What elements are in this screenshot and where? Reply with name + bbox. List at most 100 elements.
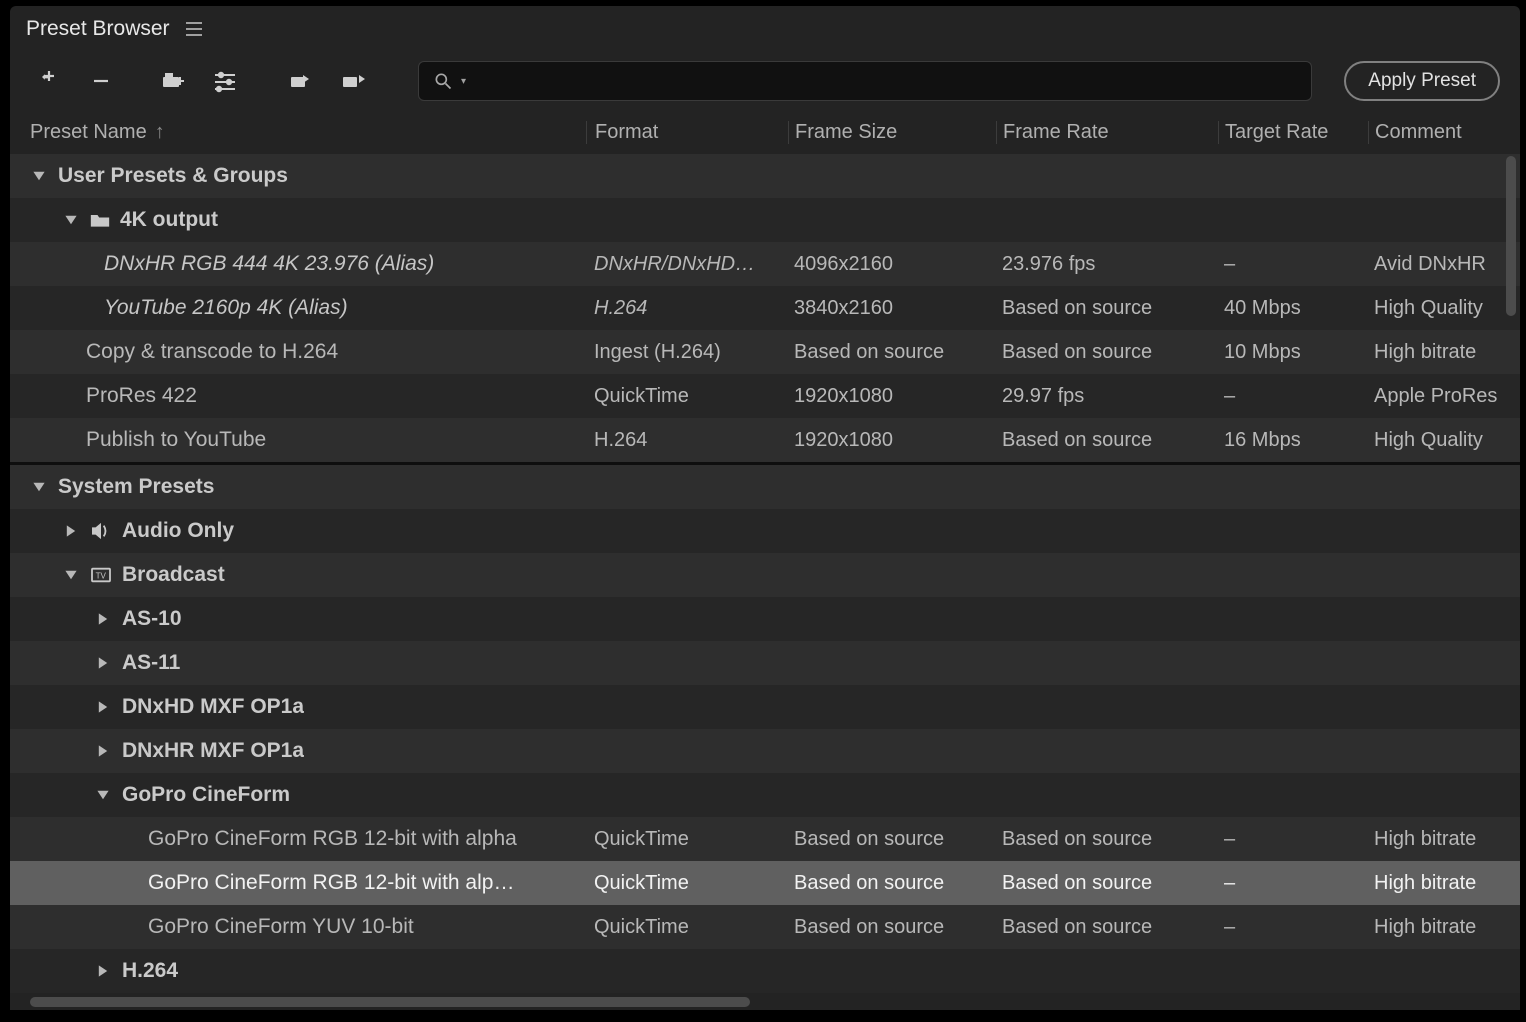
preset-target-rate: 16 Mbps [1218, 429, 1368, 452]
header-comment[interactable]: Comment [1368, 121, 1520, 144]
preset-frame-rate: 23.976 fps [996, 253, 1218, 276]
panel-titlebar: Preset Browser [10, 6, 1520, 52]
horizontal-scrollbar-thumb[interactable] [30, 997, 750, 1007]
preset-name: GoPro CineForm YUV 10-bit [148, 915, 414, 939]
chevron-down-icon[interactable] [94, 788, 112, 802]
preset-comment: High Quality [1368, 297, 1520, 320]
folder-4k-output[interactable]: 4K output [10, 198, 1520, 242]
preset-name: Copy & transcode to H.264 [86, 340, 338, 364]
subcategory-h264[interactable]: H.264 [10, 949, 1520, 993]
preset-row[interactable]: Publish to YouTube H.264 1920x1080 Based… [10, 418, 1520, 462]
category-audio-only[interactable]: Audio Only [10, 509, 1520, 553]
speaker-icon [90, 522, 112, 540]
remove-preset-icon[interactable] [90, 66, 114, 96]
chevron-right-icon[interactable] [94, 964, 112, 978]
sort-ascending-icon: ↑ [155, 121, 165, 144]
new-group-icon[interactable] [156, 66, 190, 96]
chevron-right-icon[interactable] [94, 744, 112, 758]
group-system-presets[interactable]: System Presets [10, 465, 1520, 509]
preset-frame-size: 1920x1080 [788, 429, 996, 452]
folder-icon [90, 212, 110, 228]
folder-label: 4K output [120, 208, 218, 232]
vertical-scrollbar-thumb[interactable] [1506, 156, 1516, 316]
export-preset-icon[interactable] [336, 66, 370, 96]
preset-format: DNxHR/DNxHD… [586, 253, 788, 276]
subcategory-dnxhd[interactable]: DNxHD MXF OP1a [10, 685, 1520, 729]
vertical-scrollbar[interactable] [1504, 154, 1518, 994]
chevron-right-icon[interactable] [94, 612, 112, 626]
group-user-presets[interactable]: User Presets & Groups [10, 154, 1520, 198]
preset-comment: High bitrate [1368, 916, 1520, 939]
chevron-down-icon[interactable] [30, 480, 48, 494]
header-frame-rate[interactable]: Frame Rate [996, 121, 1218, 144]
preset-row[interactable]: YouTube 2160p 4K (Alias) H.264 3840x2160… [10, 286, 1520, 330]
subcategory-label: AS-10 [122, 607, 182, 631]
preset-target-rate: – [1218, 916, 1368, 939]
group-label: System Presets [58, 475, 214, 499]
chevron-right-icon[interactable] [62, 524, 80, 538]
chevron-right-icon[interactable] [94, 656, 112, 670]
category-broadcast[interactable]: TV Broadcast [10, 553, 1520, 597]
preset-comment: High bitrate [1368, 341, 1520, 364]
preset-row[interactable]: DNxHR RGB 444 4K 23.976 (Alias) DNxHR/DN… [10, 242, 1520, 286]
header-format[interactable]: Format [586, 121, 788, 144]
preset-format: QuickTime [586, 872, 788, 895]
preset-name: Publish to YouTube [86, 428, 266, 452]
category-label: Audio Only [122, 519, 234, 543]
category-label: Broadcast [122, 563, 225, 587]
preset-frame-size: 4096x2160 [788, 253, 996, 276]
preset-row-selected[interactable]: GoPro CineForm RGB 12-bit with alp… Quic… [10, 861, 1520, 905]
preset-name: ProRes 422 [86, 384, 197, 408]
subcategory-gopro[interactable]: GoPro CineForm [10, 773, 1520, 817]
header-preset-name-label: Preset Name [30, 121, 147, 144]
preset-format: Ingest (H.264) [586, 341, 788, 364]
panel-menu-icon[interactable] [186, 22, 202, 36]
subcategory-label: AS-11 [122, 651, 180, 675]
preset-target-rate: – [1218, 828, 1368, 851]
toolbar: ▾ Apply Preset [10, 52, 1520, 110]
preset-row[interactable]: Copy & transcode to H.264 Ingest (H.264)… [10, 330, 1520, 374]
settings-sliders-icon[interactable] [208, 66, 242, 96]
apply-preset-button[interactable]: Apply Preset [1344, 61, 1500, 101]
preset-frame-rate: Based on source [996, 297, 1218, 320]
preset-frame-rate: Based on source [996, 916, 1218, 939]
preset-row[interactable]: GoPro CineForm YUV 10-bit QuickTime Base… [10, 905, 1520, 949]
preset-frame-size: Based on source [788, 341, 996, 364]
horizontal-scrollbar[interactable] [10, 994, 1520, 1010]
chevron-right-icon[interactable] [94, 700, 112, 714]
preset-frame-size: 1920x1080 [788, 385, 996, 408]
preset-target-rate: 10 Mbps [1218, 341, 1368, 364]
chevron-down-icon[interactable] [30, 169, 48, 183]
preset-browser-panel: Preset Browser [10, 6, 1520, 1010]
preset-comment: Avid DNxHR [1368, 253, 1520, 276]
search-input[interactable] [474, 70, 1297, 92]
preset-frame-size: 3840x2160 [788, 297, 996, 320]
subcategory-label: DNxHR MXF OP1a [122, 739, 304, 763]
search-field[interactable]: ▾ [418, 61, 1312, 101]
preset-format: QuickTime [586, 828, 788, 851]
import-preset-icon[interactable] [284, 66, 318, 96]
preset-target-rate: – [1218, 253, 1368, 276]
preset-comment: High bitrate [1368, 872, 1520, 895]
preset-row[interactable]: GoPro CineForm RGB 12-bit with alpha Qui… [10, 817, 1520, 861]
subcategory-label: H.264 [122, 959, 178, 983]
header-preset-name[interactable]: Preset Name ↑ [30, 121, 586, 144]
search-dropdown-icon[interactable]: ▾ [461, 76, 466, 87]
panel-title: Preset Browser [26, 17, 170, 41]
preset-name: YouTube 2160p 4K (Alias) [104, 296, 348, 320]
preset-format: QuickTime [586, 385, 788, 408]
chevron-down-icon[interactable] [62, 213, 80, 227]
preset-row[interactable]: ProRes 422 QuickTime 1920x1080 29.97 fps… [10, 374, 1520, 418]
subcategory-as11[interactable]: AS-11 [10, 641, 1520, 685]
header-frame-size[interactable]: Frame Size [788, 121, 996, 144]
preset-tree[interactable]: User Presets & Groups 4K output DNxHR RG… [10, 154, 1520, 994]
subcategory-dnxhr[interactable]: DNxHR MXF OP1a [10, 729, 1520, 773]
add-preset-icon[interactable] [38, 66, 72, 96]
search-icon [433, 71, 453, 91]
header-target-rate[interactable]: Target Rate [1218, 121, 1368, 144]
chevron-down-icon[interactable] [62, 568, 80, 582]
preset-frame-size: Based on source [788, 828, 996, 851]
subcategory-as10[interactable]: AS-10 [10, 597, 1520, 641]
preset-target-rate: – [1218, 872, 1368, 895]
preset-name: GoPro CineForm RGB 12-bit with alpha [148, 827, 517, 851]
